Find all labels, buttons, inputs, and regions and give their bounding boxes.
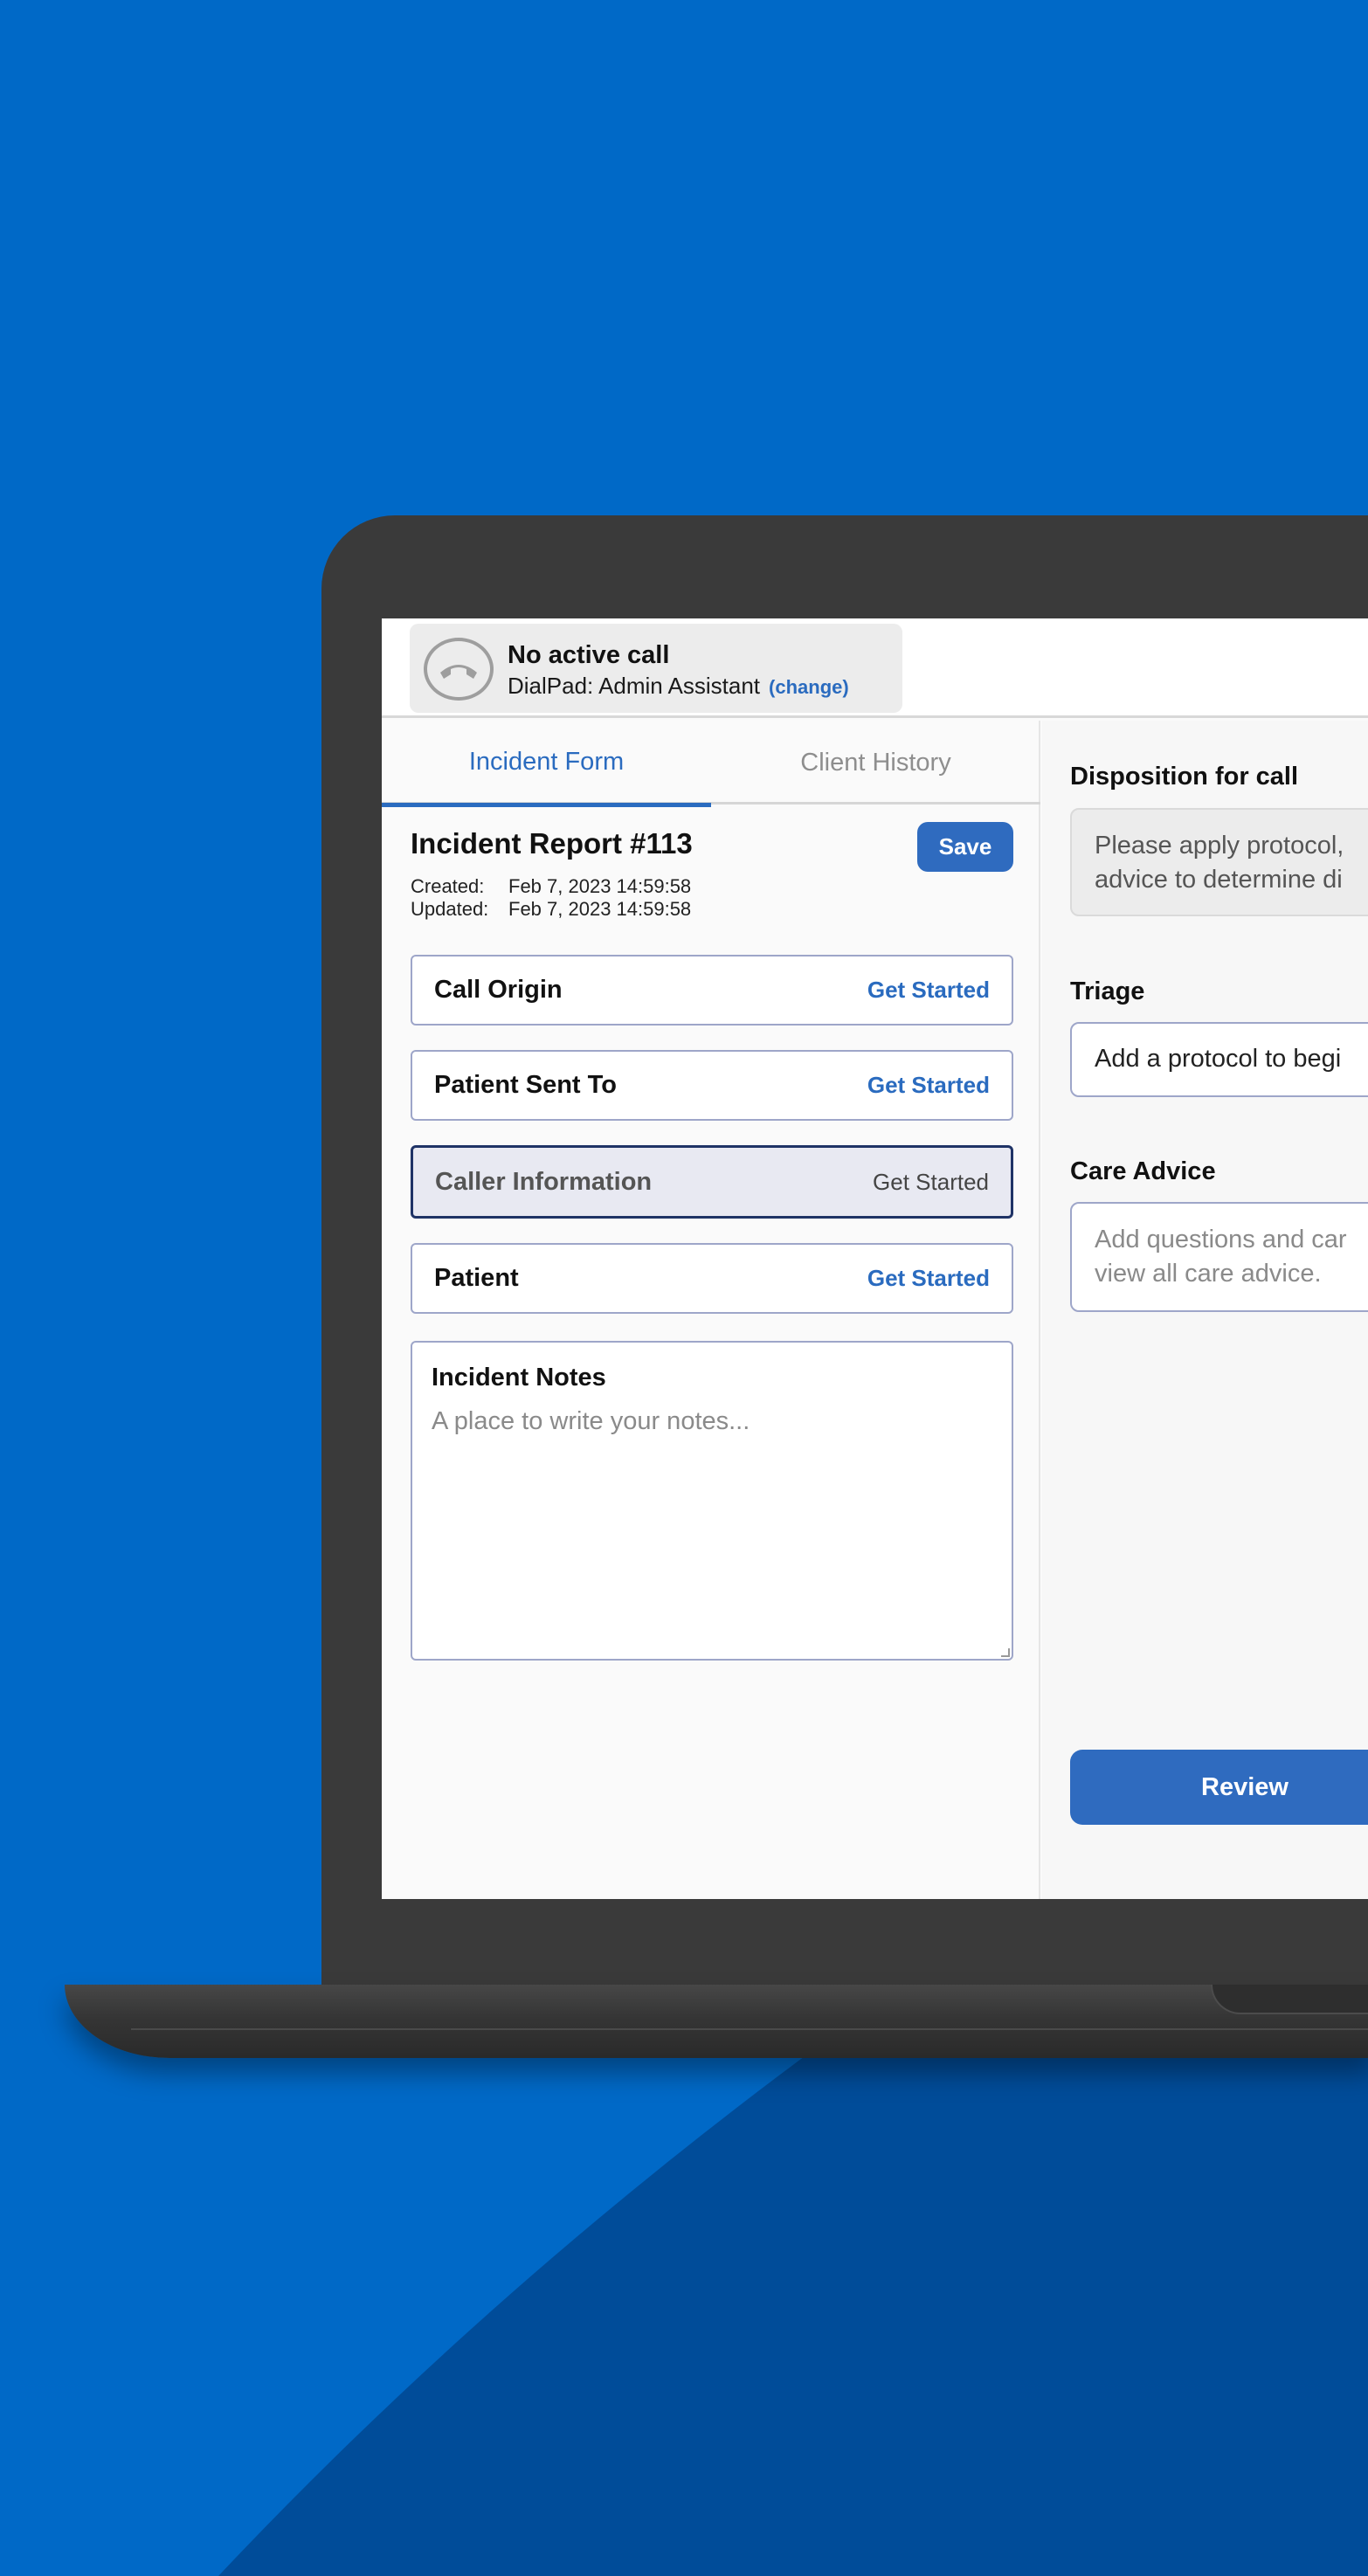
get-started-link[interactable]: Get Started bbox=[873, 1169, 989, 1196]
laptop-base-edge bbox=[131, 2028, 1368, 2030]
incident-notes-title: Incident Notes bbox=[432, 1364, 606, 1392]
call-status-title: No active call bbox=[508, 641, 670, 669]
laptop-base bbox=[65, 1985, 1368, 2058]
section-patient-row[interactable]: Patient Get Started bbox=[411, 1243, 1013, 1314]
resize-grip-icon[interactable] bbox=[1001, 1648, 1010, 1657]
hangup-phone-icon bbox=[424, 638, 494, 701]
get-started-link[interactable]: Get Started bbox=[867, 1265, 990, 1292]
call-card: No active call DialPad: Admin Assistant (… bbox=[410, 624, 902, 713]
section-label: Caller Information bbox=[435, 1167, 653, 1196]
tab-bar: Incident Form Client History bbox=[382, 721, 1040, 807]
review-button[interactable]: Review bbox=[1070, 1750, 1368, 1825]
save-button[interactable]: Save bbox=[917, 822, 1013, 872]
tab-client-history[interactable]: Client History bbox=[711, 721, 1040, 805]
section-caller-information-row[interactable]: Caller Information Get Started bbox=[411, 1145, 1013, 1219]
get-started-link[interactable]: Get Started bbox=[867, 1072, 990, 1099]
care-advice-line2: view all care advice. bbox=[1095, 1260, 1322, 1288]
care-advice-line1: Add questions and car bbox=[1095, 1226, 1347, 1253]
section-label: Patient bbox=[434, 1264, 519, 1292]
incident-notes-textarea[interactable]: Incident Notes A place to write your not… bbox=[411, 1341, 1013, 1661]
tab-incident-form[interactable]: Incident Form bbox=[382, 721, 711, 807]
incident-notes-placeholder: A place to write your notes... bbox=[432, 1407, 750, 1435]
care-advice-label: Care Advice bbox=[1070, 1157, 1216, 1185]
section-label: Patient Sent To bbox=[434, 1071, 617, 1099]
triage-label: Triage bbox=[1070, 977, 1145, 1005]
app-screen: No active call DialPad: Admin Assistant (… bbox=[382, 618, 1368, 1899]
disposition-box: Please apply protocol, advice to determi… bbox=[1070, 808, 1368, 916]
created-label: Created: bbox=[411, 875, 485, 897]
updated-value: Feb 7, 2023 14:59:58 bbox=[508, 898, 692, 920]
get-started-link[interactable]: Get Started bbox=[867, 977, 990, 1004]
disposition-text-line1: Please apply protocol, bbox=[1095, 832, 1344, 860]
change-line-link[interactable]: (change) bbox=[769, 676, 849, 698]
call-line: DialPad: Admin Assistant (change) bbox=[508, 673, 849, 700]
report-title: Incident Report #113 bbox=[411, 827, 693, 860]
triage-text: Add a protocol to begi bbox=[1095, 1045, 1342, 1073]
section-label: Call Origin bbox=[434, 976, 563, 1004]
created-value: Feb 7, 2023 14:59:58 bbox=[508, 875, 692, 897]
disposition-pane: Disposition for call Please apply protoc… bbox=[1042, 721, 1368, 1899]
care-advice-input[interactable]: Add questions and car view all care advi… bbox=[1070, 1202, 1368, 1312]
created-meta: Created: Feb 7, 2023 14:59:58 bbox=[411, 875, 691, 898]
call-line-label: DialPad: Admin Assistant bbox=[508, 673, 761, 699]
updated-label: Updated: bbox=[411, 898, 489, 920]
disposition-text-line2: advice to determine di bbox=[1095, 866, 1343, 894]
updated-meta: Updated: Feb 7, 2023 14:59:58 bbox=[411, 898, 691, 921]
section-patient-sent-to-row[interactable]: Patient Sent To Get Started bbox=[411, 1050, 1013, 1121]
triage-input[interactable]: Add a protocol to begi bbox=[1070, 1022, 1368, 1097]
disposition-label: Disposition for call bbox=[1070, 763, 1299, 791]
call-status-bar: No active call DialPad: Admin Assistant (… bbox=[382, 618, 1368, 718]
section-call-origin-row[interactable]: Call Origin Get Started bbox=[411, 955, 1013, 1026]
laptop-notch bbox=[1211, 1985, 1368, 2014]
